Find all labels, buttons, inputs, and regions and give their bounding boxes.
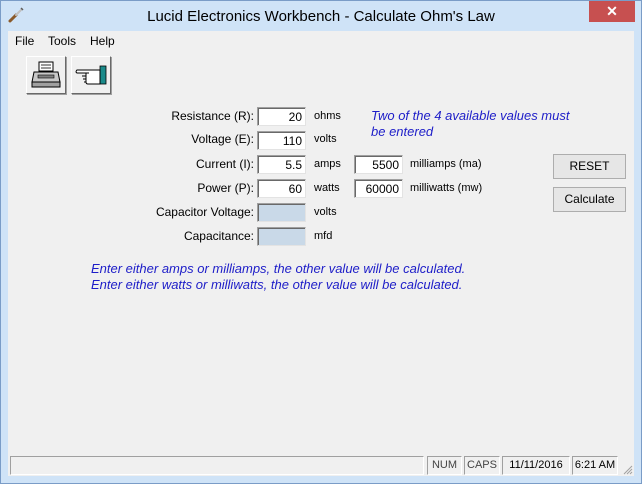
voltage-input[interactable]: 110	[257, 131, 306, 150]
status-time: 6:21 AM	[572, 456, 618, 475]
menu-bar: File Tools Help	[8, 31, 634, 51]
voltage-label: Voltage (E):	[191, 132, 254, 146]
capacitance-unit: mfd	[314, 230, 333, 242]
current-input[interactable]: 5.5	[257, 155, 306, 174]
menu-file[interactable]: File	[15, 34, 34, 48]
status-message	[10, 456, 424, 475]
calculate-button[interactable]: Calculate	[553, 187, 626, 212]
close-icon: ✕	[606, 3, 618, 19]
capacitor-voltage-input[interactable]	[257, 203, 306, 222]
milliamps-input[interactable]: 5500	[354, 155, 403, 174]
amps-hint-note: Enter either amps or milliamps, the othe…	[91, 261, 466, 276]
milliwatts-unit: milliwatts (mw)	[410, 182, 483, 194]
capacitor-voltage-label: Capacitor Voltage:	[155, 205, 254, 219]
current-label: Current (I):	[195, 157, 254, 171]
pointer-button[interactable]	[71, 56, 111, 94]
voltage-unit: volts	[314, 133, 337, 145]
power-unit: watts	[314, 182, 340, 194]
num-lock-indicator: NUM	[427, 456, 462, 475]
status-bar: NUM CAPS 11/11/2016 6:21 AM	[8, 454, 634, 476]
app-window: Lucid Electronics Workbench - Calculate …	[0, 0, 642, 484]
watts-hint-note: Enter either watts or milliwatts, the ot…	[91, 277, 463, 292]
capacitor-voltage-unit: volts	[314, 206, 337, 218]
reset-button[interactable]: RESET	[553, 154, 626, 179]
current-unit: amps	[314, 158, 341, 170]
power-label: Power (P):	[197, 181, 254, 195]
resistance-input[interactable]: 20	[257, 107, 306, 126]
resize-grip-icon[interactable]	[621, 463, 633, 475]
close-button[interactable]: ✕	[589, 1, 635, 22]
milliwatts-input[interactable]: 60000	[354, 179, 403, 198]
status-date: 11/11/2016	[502, 456, 570, 475]
resistance-unit: ohms	[314, 110, 341, 122]
milliamps-unit: milliamps (ma)	[410, 158, 482, 170]
title-bar[interactable]: Lucid Electronics Workbench - Calculate …	[1, 1, 641, 31]
window-title: Lucid Electronics Workbench - Calculate …	[147, 8, 495, 25]
capacitance-input[interactable]	[257, 227, 306, 246]
required-values-note-line2: be entered	[371, 124, 434, 139]
caps-lock-indicator: CAPS	[464, 456, 500, 475]
menu-tools[interactable]: Tools	[48, 34, 76, 48]
required-values-note-line1: Two of the 4 available values must	[371, 108, 570, 123]
capacitance-label: Capacitance:	[183, 229, 254, 243]
menu-help[interactable]: Help	[90, 34, 115, 48]
client-area: Resistance (R): 20 ohms Voltage (E): 110…	[8, 51, 634, 476]
resistance-label: Resistance (R):	[171, 109, 254, 123]
power-input[interactable]: 60	[257, 179, 306, 198]
print-button[interactable]	[26, 56, 66, 94]
